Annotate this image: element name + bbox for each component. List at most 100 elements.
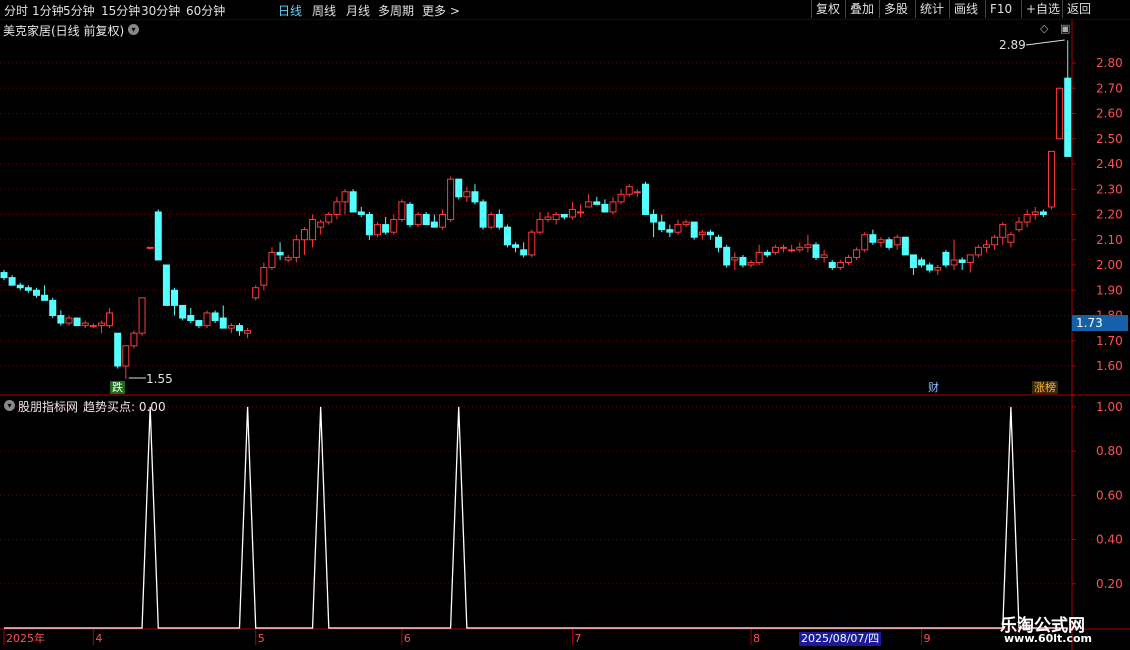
candle-body-77 <box>625 186 633 195</box>
ind-tick-label-3: 0.80 <box>1096 444 1123 458</box>
candle-body-43 <box>349 191 357 213</box>
candle-body-53 <box>430 221 438 228</box>
candle-body-73 <box>593 201 601 205</box>
candle-body-64 <box>520 249 528 256</box>
toolbar-button-0[interactable]: 复权 <box>811 0 844 18</box>
candle-body-92 <box>747 261 755 266</box>
candle-body-90 <box>731 256 739 261</box>
timeframe-10[interactable]: 更多 > <box>422 2 460 19</box>
candle-body-16 <box>130 332 138 347</box>
candle-body-21 <box>171 289 179 306</box>
toolbar-button-4[interactable]: 画线 <box>949 0 982 18</box>
badge-die[interactable]: 跌 <box>110 381 125 394</box>
candle-body-78 <box>633 191 641 194</box>
candle-body-103 <box>836 261 844 269</box>
candle-body-27 <box>219 317 227 329</box>
indicator-title[interactable]: 股朋指标网 <box>18 398 78 415</box>
candle-body-40 <box>325 214 333 223</box>
candle-body-24 <box>195 320 203 327</box>
candle-body-126 <box>1023 214 1031 223</box>
main-panel-collapse-icon[interactable]: ▾ <box>128 24 139 35</box>
candle-body-128 <box>1039 211 1047 216</box>
candle-body-106 <box>861 234 869 251</box>
timeframe-2[interactable]: 5分钟 <box>63 2 95 19</box>
candle-body-48 <box>390 219 398 233</box>
candle-body-18 <box>146 246 154 249</box>
candle-body-102 <box>828 261 836 269</box>
candle-body-37 <box>300 229 308 241</box>
main-tick-label-6: 2.20 <box>1096 208 1123 222</box>
candle-body-3 <box>24 287 32 291</box>
candle-body-55 <box>447 178 455 221</box>
main-tick-label-7: 2.30 <box>1096 182 1123 196</box>
panel-toggle-icon[interactable]: ▣ <box>1060 22 1070 35</box>
candle-body-122 <box>991 236 999 246</box>
timeframe-4[interactable]: 30分钟 <box>141 2 180 19</box>
candle-body-113 <box>918 259 926 266</box>
timeframe-3[interactable]: 15分钟 <box>101 2 140 19</box>
timeframe-6[interactable]: 日线 <box>278 2 302 19</box>
candle-body-129 <box>1047 150 1055 208</box>
indicator-panel-collapse-icon[interactable]: ▾ <box>4 400 15 411</box>
x-tick-label-2: 5 <box>258 632 265 645</box>
candle-body-0 <box>0 272 8 279</box>
candle-body-22 <box>179 304 187 319</box>
candle-body-6 <box>49 299 57 317</box>
toolbar-button-6[interactable]: +自选 <box>1021 0 1064 18</box>
candle-body-119 <box>966 254 974 263</box>
candle-body-104 <box>844 256 852 263</box>
diamond-icon[interactable]: ◇ <box>1040 22 1048 35</box>
candle-body-109 <box>885 239 893 248</box>
candle-body-124 <box>1007 234 1015 243</box>
candle-body-44 <box>357 211 365 216</box>
candle-body-107 <box>869 234 877 243</box>
ind-tick-label-1: 0.40 <box>1096 533 1123 547</box>
high-price-annotation: 2.89 <box>999 38 1026 52</box>
candle-body-10 <box>81 322 89 327</box>
candle-body-29 <box>235 325 243 332</box>
candle-body-121 <box>983 244 991 248</box>
candle-body-85 <box>690 221 698 238</box>
candle-body-114 <box>926 264 934 271</box>
x-tick-label-5: 8 <box>753 632 760 645</box>
candle-body-111 <box>901 236 909 256</box>
toolbar-button-1[interactable]: 叠加 <box>845 0 878 18</box>
candle-body-89 <box>723 246 731 266</box>
toolbar-button-3[interactable]: 统计 <box>915 0 948 18</box>
x-tick-label-6: 9 <box>924 632 931 645</box>
candle-body-82 <box>666 229 674 233</box>
main-tick-label-4: 2.00 <box>1096 258 1123 272</box>
stock-chart[interactable]: 1.601.701.801.902.002.102.202.302.402.50… <box>0 19 1130 650</box>
toolbar-button-5[interactable]: F10 <box>985 0 1016 18</box>
candle-body-56 <box>455 178 463 198</box>
candle-body-127 <box>1031 211 1039 216</box>
candle-body-33 <box>268 251 276 269</box>
candle-body-94 <box>763 251 771 256</box>
timeframe-5[interactable]: 60分钟 <box>186 2 225 19</box>
ind-tick-label-2: 0.60 <box>1096 488 1123 502</box>
candle-body-115 <box>934 267 942 271</box>
timeframe-7[interactable]: 周线 <box>312 2 336 19</box>
cursor-date-badge: 2025/08/07/四 <box>799 632 882 646</box>
timeframe-0[interactable]: 分时 <box>4 2 28 19</box>
candle-body-39 <box>317 221 325 228</box>
candle-body-112 <box>909 254 917 269</box>
candle-body-34 <box>276 251 284 256</box>
toolbar-button-2[interactable]: 多股 <box>879 0 912 18</box>
candle-body-99 <box>804 244 812 248</box>
badge-zhangting[interactable]: 涨榜 <box>1032 381 1058 394</box>
candle-body-72 <box>585 201 593 208</box>
toolbar-button-7[interactable]: 返回 <box>1062 0 1095 18</box>
candle-body-116 <box>942 251 950 266</box>
timeframe-9[interactable]: 多周期 <box>378 2 414 19</box>
high-arrow <box>1025 39 1065 46</box>
candle-body-130 <box>1056 87 1064 140</box>
ind-tick-label-4: 1.00 <box>1096 400 1123 414</box>
timeframe-8[interactable]: 月线 <box>346 2 370 19</box>
timeframe-1[interactable]: 1分钟 <box>32 2 64 19</box>
badge-cai[interactable]: 财 <box>926 381 941 394</box>
candle-body-15 <box>122 345 130 367</box>
x-tick-label-4: 7 <box>574 632 581 645</box>
candle-body-66 <box>536 219 544 233</box>
candle-body-17 <box>138 297 146 334</box>
